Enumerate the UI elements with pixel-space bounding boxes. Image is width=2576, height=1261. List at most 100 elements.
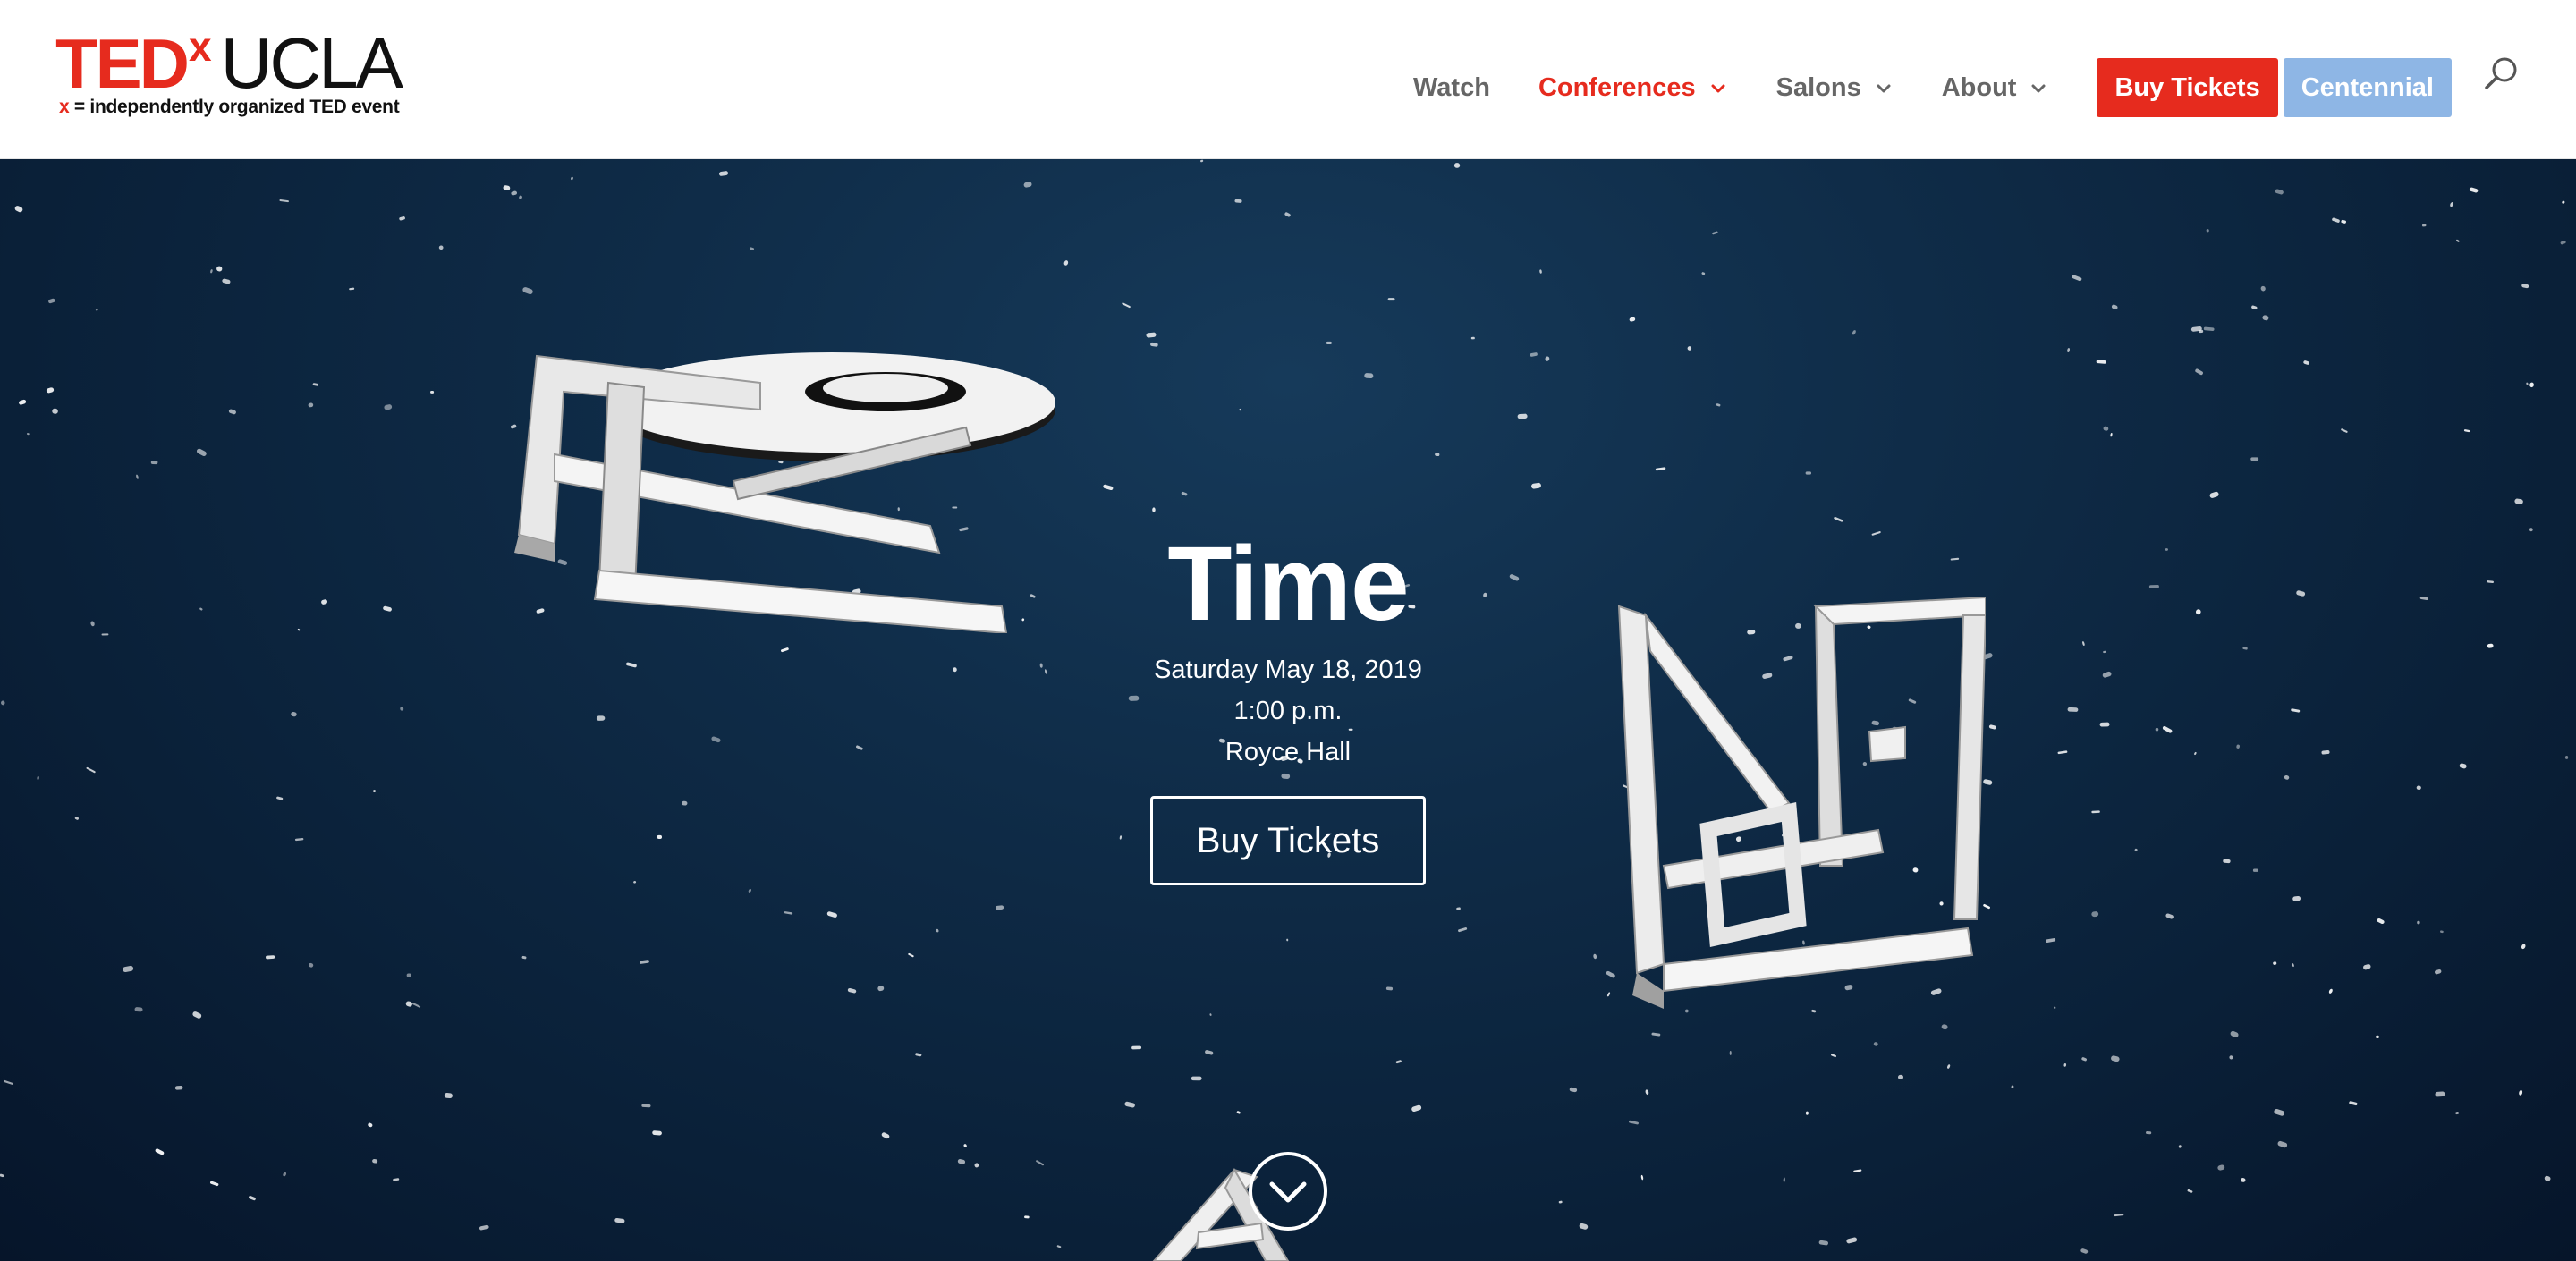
nav-item-about[interactable]: About xyxy=(1942,73,2049,103)
star-particle xyxy=(1205,1050,1214,1055)
star-particle xyxy=(748,888,751,893)
star-particle xyxy=(2209,491,2219,498)
star-particle xyxy=(2544,1175,2551,1181)
star-particle xyxy=(2054,1006,2056,1009)
star-particle xyxy=(2273,961,2277,965)
star-particle xyxy=(1063,260,1069,266)
star-particle xyxy=(372,1158,378,1164)
star-particle xyxy=(1023,182,1032,188)
star-particle xyxy=(2223,859,2231,864)
star-particle xyxy=(2275,189,2284,195)
star-particle xyxy=(1124,1101,1135,1108)
star-particle xyxy=(2363,964,2371,970)
star-particle xyxy=(2422,224,2427,227)
star-particle xyxy=(1024,1215,1030,1219)
star-particle xyxy=(511,190,518,196)
star-particle xyxy=(2514,498,2523,504)
star-particle xyxy=(294,838,304,842)
star-particle xyxy=(2067,707,2079,712)
star-particle xyxy=(283,1172,286,1177)
star-particle xyxy=(411,1003,421,1008)
star-particle xyxy=(2072,275,2082,282)
star-particle xyxy=(1036,1160,1044,1166)
nav-item-label: Salons xyxy=(1775,72,1861,102)
star-particle xyxy=(52,408,58,414)
centennial-button[interactable]: Centennial xyxy=(2283,58,2452,117)
star-particle xyxy=(438,245,444,250)
star-particle xyxy=(123,965,134,972)
star-particle xyxy=(2155,727,2159,732)
star-particle xyxy=(936,928,939,933)
star-particle xyxy=(1687,346,1692,351)
star-particle xyxy=(4,1079,13,1085)
star-particle xyxy=(2521,284,2529,289)
star-particle xyxy=(0,1173,4,1178)
star-particle xyxy=(210,269,213,274)
star-particle xyxy=(368,1122,373,1128)
tedx-ucla-logo[interactable]: TED x UCLA x = independently organized T… xyxy=(55,26,431,125)
star-particle xyxy=(2321,749,2330,755)
star-particle xyxy=(596,715,606,721)
star-particle xyxy=(228,409,236,415)
event-date: Saturday May 18, 2019 xyxy=(1154,656,1422,684)
star-particle xyxy=(1387,298,1395,301)
star-particle xyxy=(2463,429,2470,433)
star-particle xyxy=(192,1011,202,1019)
star-particle xyxy=(1456,907,1461,910)
star-particle xyxy=(915,1053,922,1057)
buy-tickets-button[interactable]: Buy Tickets xyxy=(2097,58,2278,117)
site-header: TED x UCLA x = independently organized T… xyxy=(0,0,2576,159)
star-particle xyxy=(2102,671,2112,678)
star-particle xyxy=(856,745,863,750)
nav-item-salons[interactable]: Salons xyxy=(1776,73,1894,103)
star-particle xyxy=(312,383,318,386)
star-particle xyxy=(1234,199,1242,203)
star-particle xyxy=(2203,326,2215,331)
star-particle xyxy=(2250,457,2259,461)
star-particle xyxy=(134,1007,143,1012)
star-particle xyxy=(1834,516,1843,522)
star-particle xyxy=(2096,360,2106,364)
star-particle xyxy=(2162,725,2173,733)
hero-title: Time xyxy=(1167,525,1409,643)
chevron-down-circle-icon[interactable] xyxy=(1247,1150,1329,1232)
star-particle xyxy=(2291,708,2301,713)
star-particle xyxy=(1286,938,1289,942)
star-particle xyxy=(2217,1164,2225,1171)
star-particle xyxy=(522,287,533,295)
star-particle xyxy=(519,195,522,199)
star-particle xyxy=(2099,722,2110,727)
star-particle xyxy=(1458,927,1468,933)
star-particle xyxy=(2292,963,2294,968)
star-particle xyxy=(2459,763,2467,769)
star-particle xyxy=(196,448,207,456)
star-particle xyxy=(652,1130,662,1136)
star-particle xyxy=(2165,548,2168,551)
star-particle xyxy=(1152,507,1156,512)
star-particle xyxy=(2262,315,2269,321)
star-particle xyxy=(995,905,1004,910)
floating-letter-shape xyxy=(1617,597,1986,1009)
hero-buy-tickets-button[interactable]: Buy Tickets xyxy=(1150,796,1426,885)
star-particle xyxy=(2206,229,2209,233)
star-particle xyxy=(1629,317,1636,322)
star-particle xyxy=(1852,330,1856,335)
star-particle xyxy=(2103,650,2106,654)
search-icon[interactable] xyxy=(2481,54,2522,95)
star-particle xyxy=(881,1132,890,1139)
star-particle xyxy=(2284,774,2290,780)
star-particle xyxy=(2377,918,2385,925)
hero-section: Time Saturday May 18, 2019 1:00 p.m. Roy… xyxy=(0,159,2576,1261)
nav-item-watch[interactable]: Watch xyxy=(1413,73,1490,103)
star-particle xyxy=(1531,482,1541,489)
star-particle xyxy=(2082,641,2085,647)
star-particle xyxy=(1364,373,1374,379)
star-particle xyxy=(2456,239,2460,242)
star-particle xyxy=(2376,1035,2379,1039)
nav-item-conferences[interactable]: Conferences xyxy=(1538,73,1728,103)
star-particle xyxy=(2349,1101,2358,1106)
star-particle xyxy=(571,176,573,181)
star-particle xyxy=(2091,810,2100,814)
star-particle xyxy=(2111,1055,2120,1062)
star-particle xyxy=(405,1001,412,1007)
